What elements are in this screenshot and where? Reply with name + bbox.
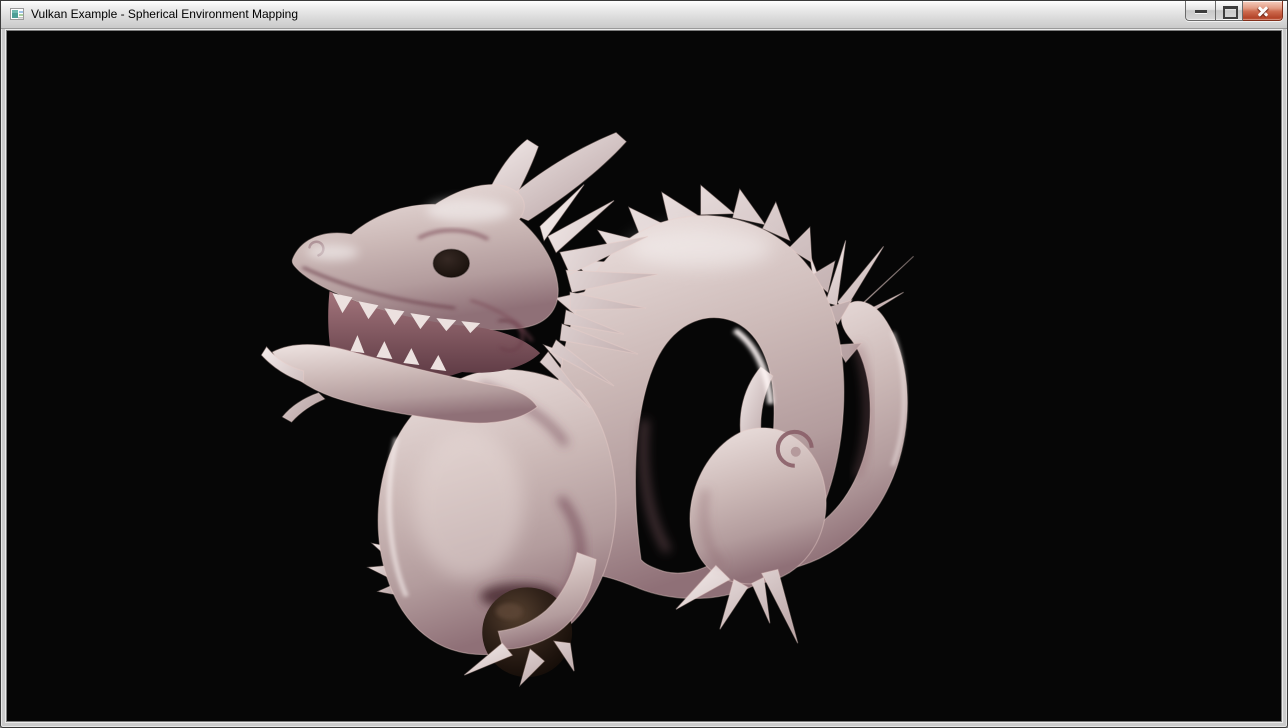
rendered-dragon-model — [7, 31, 1281, 721]
maximize-button[interactable] — [1215, 1, 1243, 21]
maximize-icon — [1223, 6, 1238, 19]
vulkan-app-icon[interactable] — [9, 6, 25, 22]
window-title: Vulkan Example - Spherical Environment M… — [31, 7, 298, 21]
close-button[interactable] — [1243, 1, 1283, 21]
application-window: Vulkan Example - Spherical Environment M… — [0, 0, 1288, 728]
close-icon — [1256, 5, 1270, 17]
minimize-button[interactable] — [1185, 1, 1215, 21]
titlebar[interactable]: Vulkan Example - Spherical Environment M… — [1, 1, 1287, 29]
render-viewport[interactable] — [6, 30, 1282, 722]
minimize-icon — [1195, 10, 1207, 13]
dragon-eye — [433, 249, 469, 277]
window-controls — [1185, 1, 1283, 21]
